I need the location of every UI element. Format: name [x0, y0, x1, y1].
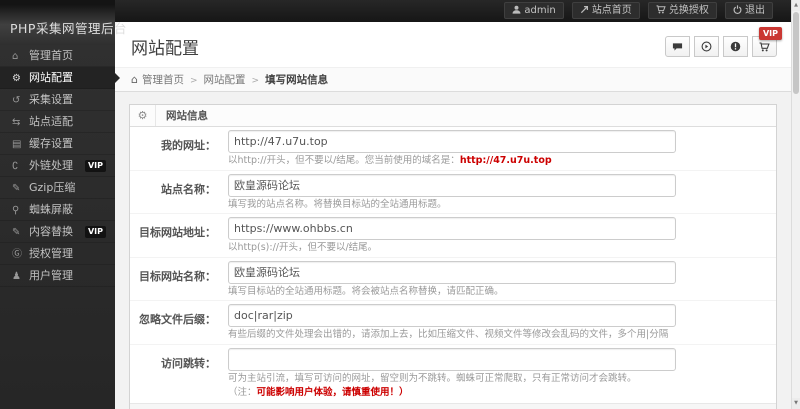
breadcrumb-separator: > — [251, 76, 260, 86]
site-info-panel: ⚙ 网站信息 我的网址： 以http://开头，但不要以/结尾。您当前使用的域名… — [129, 104, 777, 409]
exchange-license-label: 兑换授权 — [668, 5, 709, 16]
logout-label: 退出 — [745, 5, 765, 16]
scrollbar-thumb[interactable] — [793, 12, 799, 94]
topbar-menu: admin 站点首页 兑换授权 退出 — [501, 2, 773, 21]
vertical-scrollbar[interactable]: ▲ ▼ — [791, 0, 800, 409]
sidebar-item-cache-settings[interactable]: ▤ 缓存设置 — [0, 133, 115, 155]
play-circle-icon — [701, 41, 712, 52]
admin-user-label: admin — [524, 5, 556, 16]
breadcrumb-separator: > — [189, 76, 198, 86]
edit-icon: ✎ — [12, 227, 21, 238]
sidebar-item-collect-settings[interactable]: ↺ 采集设置 — [0, 89, 115, 111]
video-help-button[interactable] — [693, 36, 719, 57]
visit-redirect-input[interactable] — [228, 347, 676, 371]
active-item-arrow — [115, 72, 120, 83]
field-help: 以http://开头，但不要以/结尾。您当前使用的域名是：http://47.u… — [228, 155, 552, 166]
form-row-target-name: 目标网站名称： 填写目标站的全站通用标题。将会被站点名称替换，请匹配正确。 — [130, 256, 776, 301]
field-help: 填写我的站点名称。将替换目标站的全站通用标题。 — [228, 198, 447, 210]
sidebar-item-dashboard[interactable]: ⌂ 管理首页 — [0, 45, 115, 67]
main-content: 网站配置 VIP ⌂ 管理首页 > 网站配置 > 填写网站信息 ⚙ 网站信息 我的网址： … — [115, 22, 791, 409]
home-icon: ⌂ — [12, 51, 19, 62]
cart-icon — [759, 42, 770, 52]
page-header: 网站配置 VIP — [115, 22, 791, 67]
field-label: 我的网址： — [161, 139, 216, 152]
breadcrumb-home-link[interactable]: ⌂ 管理首页 — [131, 73, 184, 86]
field-label: 目标网站地址： — [139, 226, 216, 239]
sidebar: PHP采集网管理后台 ⌂ 管理首页 ⚙ 网站配置 ↺ 采集设置 ⇆ 站点适配 ▤ 缓存设置… — [0, 0, 126, 409]
field-help: 有些后缀的文件处理会出错的，请添加上去，比如压缩文件、视频文件等修改会乱码的文件… — [228, 329, 669, 340]
panel-title: 网站信息 — [166, 110, 208, 122]
app-brand: PHP采集网管理后台 — [0, 0, 126, 45]
info-circle-icon — [730, 41, 741, 52]
sidebar-item-user-manage[interactable]: ♟ 用户管理 — [0, 265, 115, 287]
field-help-note: （注：可能影响用户体验，请慎重使用！） — [228, 387, 409, 398]
refresh-icon: ↺ — [12, 95, 21, 106]
home-icon: ⌂ — [131, 73, 138, 86]
breadcrumb: ⌂ 管理首页 > 网站配置 > 填写网站信息 — [115, 67, 791, 92]
feedback-button[interactable] — [664, 36, 690, 57]
user-icon — [512, 5, 521, 14]
breadcrumb-section-link[interactable]: 网站配置 — [204, 74, 246, 86]
storage-icon: ▤ — [12, 139, 22, 150]
comment-icon — [672, 43, 682, 51]
my-url-input[interactable] — [228, 130, 676, 153]
pencil-icon: ✎ — [12, 183, 21, 194]
shuffle-icon: ⇆ — [12, 117, 21, 128]
field-help: 填写目标站的全站通用标题。将会被站点名称替换，请匹配正确。 — [228, 285, 504, 297]
content-area: ⚙ 网站信息 我的网址： 以http://开头，但不要以/结尾。您当前使用的域名… — [115, 92, 791, 409]
cart-icon — [656, 5, 666, 14]
gear-icon: ⚙ — [130, 105, 156, 126]
form-row-visit-redirect: 访问跳转： 可为主站引流，填写可访问的网址，留空则为不跳转。蜘蛛可正常爬取，只有… — [130, 343, 776, 402]
field-label: 访问跳转： — [161, 356, 216, 370]
vip-ribbon-badge: VIP — [758, 27, 782, 40]
sidebar-item-content-replace[interactable]: ✎ 内容替换 VIP — [0, 221, 115, 243]
sidebar-item-site-adapt[interactable]: ⇆ 站点适配 — [0, 111, 115, 133]
sidebar-menu: ⌂ 管理首页 ⚙ 网站配置 ↺ 采集设置 ⇆ 站点适配 ▤ 缓存设置 ∁ 外链处理 VIP ✎… — [0, 45, 120, 287]
sidebar-item-site-config[interactable]: ⚙ 网站配置 — [0, 67, 120, 89]
logout-button[interactable]: 退出 — [725, 2, 773, 19]
person-icon: ♟ — [12, 271, 21, 282]
site-home-label: 站点首页 — [591, 5, 632, 16]
sidebar-item-gzip[interactable]: ✎ Gzip压缩 — [0, 177, 115, 199]
sidebar-item-external-links[interactable]: ∁ 外链处理 VIP — [0, 155, 115, 177]
panel-header: ⚙ 网站信息 — [130, 105, 776, 127]
warning-text: 可能影响用户体验，请慎重使用！） — [256, 387, 409, 398]
breadcrumb-current: 填写网站信息 — [265, 74, 329, 86]
form-row-ignore-ext: 忽略文件后缀： 有些后缀的文件处理会出错的，请添加上去，比如压缩文件、视频文件等… — [130, 300, 776, 344]
vip-badge: VIP — [84, 160, 106, 172]
ignore-ext-input[interactable] — [228, 304, 676, 327]
form-actions: ✔保存 ↻重置 — [130, 402, 776, 409]
form-row-my-url: 我的网址： 以http://开头，但不要以/结尾。您当前使用的域名是：http:… — [130, 127, 776, 170]
site-name-input[interactable] — [228, 173, 676, 197]
external-arrow-icon — [580, 5, 588, 14]
gear-icon: ⚙ — [12, 73, 21, 84]
vip-badge: VIP — [84, 226, 106, 238]
link-icon: ∁ — [12, 161, 19, 172]
power-icon — [733, 5, 742, 14]
field-label: 站点名称： — [161, 182, 216, 196]
field-label: 忽略文件后缀： — [139, 313, 216, 326]
scroll-up-arrow[interactable]: ▲ — [792, 0, 800, 11]
admin-user-button[interactable]: admin — [504, 2, 564, 19]
target-name-input[interactable] — [228, 260, 676, 284]
scroll-down-arrow[interactable]: ▼ — [792, 398, 800, 409]
sidebar-item-spider-block[interactable]: ⚲ 蜘蛛屏蔽 — [0, 199, 115, 221]
field-help: 以http(s)://开头，但不要以/结尾。 — [228, 242, 378, 253]
key-icon: Ⓖ — [12, 249, 22, 260]
header-tools: VIP — [664, 27, 782, 57]
sidebar-item-license-manage[interactable]: Ⓖ 授权管理 — [0, 243, 115, 265]
help-button[interactable] — [722, 36, 748, 57]
field-label: 目标网站名称： — [139, 269, 216, 283]
target-url-input[interactable] — [228, 217, 676, 240]
form-row-site-name: 站点名称： 填写我的站点名称。将替换目标站的全站通用标题。 — [130, 169, 776, 214]
spider-icon: ⚲ — [12, 205, 20, 216]
exchange-license-button[interactable]: 兑换授权 — [647, 2, 717, 19]
form-row-target-url: 目标网站地址： 以http(s)://开头，但不要以/结尾。 — [130, 213, 776, 257]
field-help: 可为主站引流，填写可访问的网址，留空则为不跳转。蜘蛛可正常爬取，只有正常访问才会… — [228, 372, 637, 384]
site-home-button[interactable]: 站点首页 — [571, 2, 640, 19]
current-domain-text: http://47.u7u.top — [459, 155, 552, 166]
